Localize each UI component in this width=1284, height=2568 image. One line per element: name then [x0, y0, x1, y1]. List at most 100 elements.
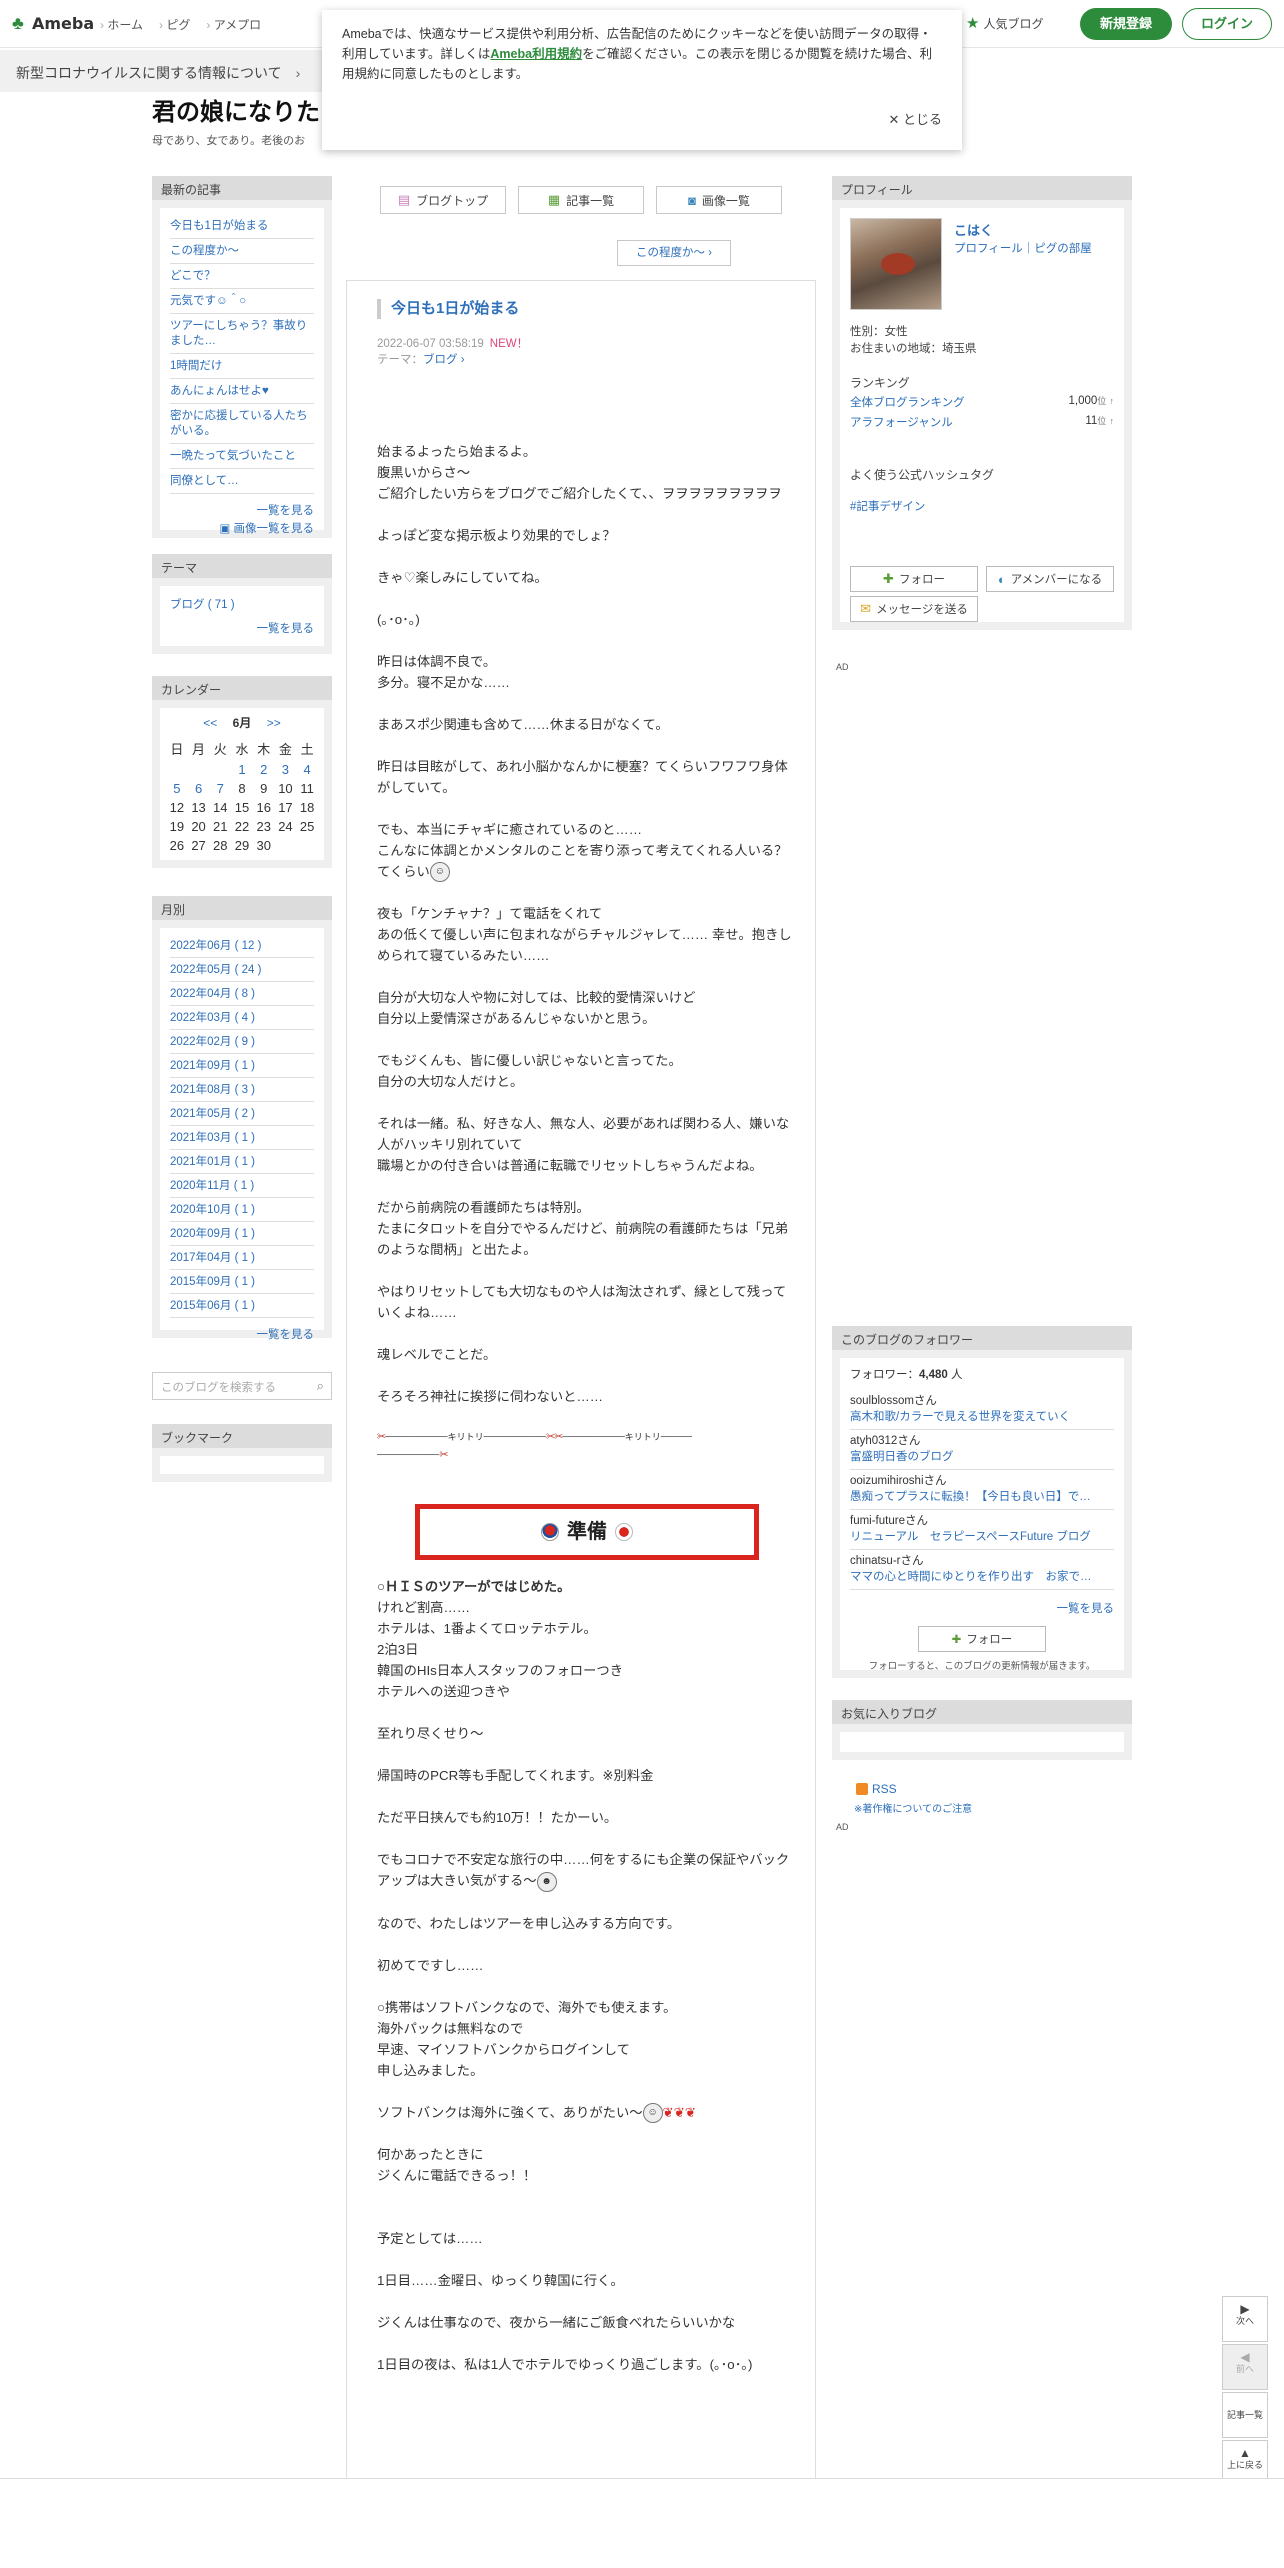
calendar-empty	[296, 838, 318, 853]
recent-post-item[interactable]: 一晩たって気づいたこと	[170, 444, 314, 469]
next-post-link[interactable]: この程度か〜 ›	[617, 240, 731, 266]
archive-month-item[interactable]: 2020年09月 ( 1 )	[170, 1222, 314, 1246]
article-list-button[interactable]: ▦ 記事一覧	[518, 186, 644, 214]
bookmark-box: ブックマーク	[152, 1424, 332, 1482]
profile-name[interactable]: こはく	[954, 220, 993, 239]
article-body: 始まるよったら始まるよ。 腹黒いからさ〜 ご紹介したい方らをブログでご紹介したく…	[377, 441, 797, 2396]
follower-blog-link[interactable]: ママの心と時間にゆとりを作り出す お家で…	[850, 1569, 1114, 1585]
follower-blog-link[interactable]: 富盛明日香のブログ	[850, 1449, 1114, 1465]
play-icon: ▶	[1240, 2302, 1250, 2316]
recent-post-item[interactable]: ツアーにしちゃう？事故りました…	[170, 314, 314, 354]
recent-post-item[interactable]: どこで？	[170, 264, 314, 289]
ameba-logo[interactable]: ♣ Ameba	[12, 12, 94, 34]
document-icon: ▦	[547, 192, 561, 207]
calendar-day: 29	[234, 838, 250, 853]
recent-post-item[interactable]: 同僚として…	[170, 469, 314, 494]
archive-month-item[interactable]: 2017年04月 ( 1 )	[170, 1246, 314, 1270]
copyright-note-link[interactable]: ※著作権についてのご注意	[854, 1800, 972, 1815]
theme-link[interactable]: ブログ ›	[423, 354, 465, 366]
blog-title[interactable]: 君の娘になりた	[152, 92, 320, 127]
follower-blog-link[interactable]: リニューアル セラピースペースFuture ブログ	[850, 1529, 1114, 1545]
archive-month-item[interactable]: 2022年05月 ( 24 )	[170, 958, 314, 982]
blog-search-input[interactable]: このブログを検索する ⌕	[152, 1372, 332, 1400]
paragraph: ソフトバンクは海外に強くて、ありがたい〜 ☺ ❦❦❦	[377, 2102, 797, 2124]
calendar-day[interactable]: 4	[296, 762, 318, 777]
archive-month-item[interactable]: 2015年09月 ( 1 )	[170, 1270, 314, 1294]
paragraph: 自分が大切な人や物に対しては、比較的愛情深いけど 自分以上愛情深さがあるんじゃない…	[377, 990, 696, 1027]
recent-post-item[interactable]: 密かに応援している人たちがいる。	[170, 404, 314, 444]
archive-month-item[interactable]: 2021年05月 ( 2 )	[170, 1102, 314, 1126]
archive-month-item[interactable]: 2022年03月 ( 4 )	[170, 1006, 314, 1030]
calendar-next[interactable]: >>	[267, 716, 281, 730]
archive-month-item[interactable]: 2022年02月 ( 9 )	[170, 1030, 314, 1054]
rss-link[interactable]: RSS	[856, 1782, 897, 1796]
follower-blog-link[interactable]: 高木和歌/カラーで見える世界を変えていく	[850, 1409, 1114, 1425]
article-list-float-button[interactable]: 記事一覧	[1222, 2392, 1268, 2438]
nav-amepro[interactable]: › アメプロ	[206, 16, 261, 33]
terms-link[interactable]: Ameba利用規約	[490, 47, 582, 61]
calendar-day[interactable]: 7	[209, 781, 231, 796]
paragraph: 1日目の夜は、私は1人でホテルでゆっくり過ごします。(｡･o･｡)	[377, 2357, 753, 2373]
archive-month-item[interactable]: 2015年06月 ( 1 )	[170, 1294, 314, 1318]
scissors-icon: ✂	[439, 1449, 448, 1462]
blog-top-button[interactable]: ▤ ブログトップ	[380, 186, 506, 214]
calendar-day[interactable]: 6	[188, 781, 210, 796]
archive-month-item[interactable]: 2020年11月 ( 1 )	[170, 1174, 314, 1198]
archive-month-item[interactable]: 2021年01月 ( 1 )	[170, 1150, 314, 1174]
cookie-close-button[interactable]: ✕ とじる	[888, 110, 942, 130]
follow-button-bottom[interactable]: ✚ フォロー	[918, 1626, 1046, 1652]
avatar[interactable]	[850, 218, 942, 310]
paragraph: よっぽど変な掲示板より効果的でしょ？	[377, 528, 616, 543]
archive-month-item[interactable]: 2021年08月 ( 3 )	[170, 1078, 314, 1102]
followers-more-link[interactable]: 一覧を見る	[850, 1600, 1115, 1616]
recent-post-item[interactable]: 今日も1日が始まる	[170, 214, 314, 239]
archive-month-item[interactable]: 2021年03月 ( 1 )	[170, 1126, 314, 1150]
archive-more-link[interactable]: 一覧を見る	[170, 1326, 315, 1342]
message-button[interactable]: ✉ メッセージを送る	[850, 596, 978, 622]
calendar-day[interactable]: 5	[166, 781, 188, 796]
calendar-empty	[209, 762, 231, 777]
calendar-day[interactable]: 3	[275, 762, 297, 777]
ranking-genre[interactable]: アラフォージャンル 11位 ↑	[850, 414, 1114, 430]
recent-post-item[interactable]: あんにょんはせよ♥	[170, 379, 314, 404]
follow-button[interactable]: ✚ フォロー	[850, 566, 978, 592]
theme-more-link[interactable]: 一覧を見る	[170, 620, 315, 636]
recent-post-item[interactable]: この程度か〜	[170, 239, 314, 264]
image-list-link[interactable]: ▣ 画像一覧を見る	[170, 520, 314, 536]
calendar-day[interactable]: 1	[231, 762, 253, 777]
archive-month-item[interactable]: 2022年06月 ( 12 )	[170, 934, 314, 958]
paragraph: 昨日は体調不良で。 多分。寝不足かな……	[377, 654, 510, 690]
next-article-button[interactable]: ▶ 次へ	[1222, 2296, 1268, 2342]
ranking-overall[interactable]: 全体ブログランキング 1,000位 ↑	[850, 394, 1114, 410]
profile-links[interactable]: プロフィール｜ピグの部屋	[954, 240, 1092, 256]
calendar-day[interactable]: 2	[253, 762, 275, 777]
archive-month-item[interactable]: 2021年09月 ( 1 )	[170, 1054, 314, 1078]
amember-button[interactable]: ◐ アメンバーになる	[986, 566, 1114, 592]
article-title[interactable]: 今日も1日が始まる	[377, 299, 519, 319]
theme-item[interactable]: ブログ ( 71 )	[170, 596, 314, 612]
recent-more-link[interactable]: 一覧を見る	[170, 502, 315, 518]
recent-post-item[interactable]: 元気です☺︎＾○	[170, 289, 314, 314]
calendar-prev[interactable]: <<	[203, 716, 217, 730]
prev-article-button[interactable]: ◀ 前へ	[1222, 2344, 1268, 2390]
archive-list: 2022年06月 ( 12 ) 2022年05月 ( 24 ) 2022年04月 (…	[160, 928, 324, 1341]
ameba-logo-icon: ♣	[12, 13, 24, 33]
nav-pigg[interactable]: › ピグ	[159, 16, 190, 33]
covid-info-link[interactable]: 新型コロナウイルスに関する情報について ›	[0, 50, 330, 92]
login-button[interactable]: ログイン	[1182, 8, 1272, 40]
recent-post-item[interactable]: 1時間だけ	[170, 354, 314, 379]
popular-blog-link[interactable]: ★ 人気ブログ	[966, 14, 1043, 32]
hashtag-link[interactable]: #記事デザイン	[850, 498, 925, 514]
search-icon[interactable]: ⌕	[317, 1378, 324, 1394]
nav-home[interactable]: › ホーム	[100, 16, 143, 33]
follower-blog-link[interactable]: 愚痴ってプラスに転換！【今日も良い日】で…	[850, 1489, 1114, 1505]
archive-month-item[interactable]: 2022年04月 ( 8 )	[170, 982, 314, 1006]
calendar-day: 26	[169, 838, 185, 853]
profile-heading: プロフィール	[832, 176, 1132, 200]
follower-user: atyh0312さん	[850, 1435, 921, 1447]
signup-button[interactable]: 新規登録	[1080, 8, 1172, 40]
archive-month-item[interactable]: 2020年10月 ( 1 )	[170, 1198, 314, 1222]
image-list-button[interactable]: ◙ 画像一覧	[656, 186, 782, 214]
paragraph: でもコロナで不安定な旅行の中……何をするにも企業の保証やバックアップは大きい気が…	[377, 1849, 797, 1892]
preparation-banner: 準備	[377, 1504, 797, 1561]
